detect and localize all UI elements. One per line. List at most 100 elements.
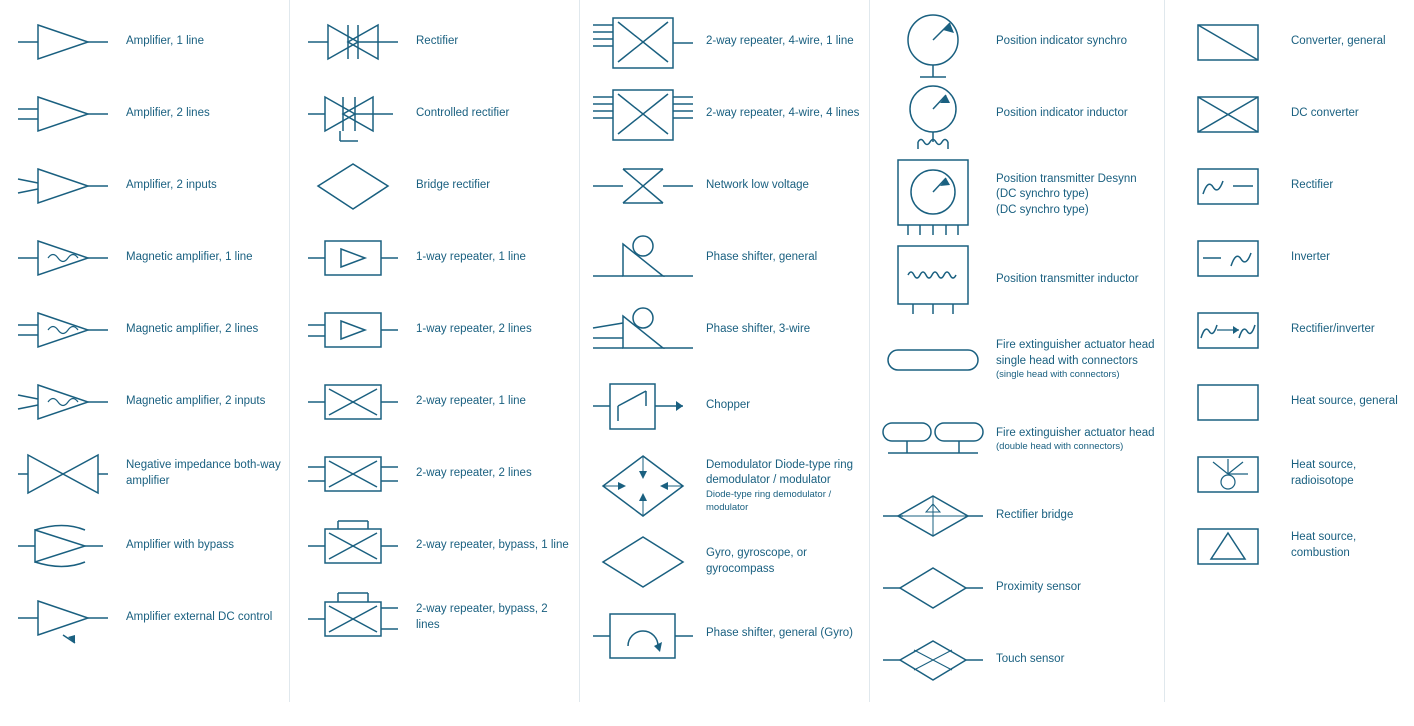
list-item: Position indicator synchro [874,6,1160,78]
column-3: 2-way repeater, 4-wire, 1 line [580,0,870,702]
list-item: Position indicator inductor [874,78,1160,150]
symbol-amp2 [8,84,118,144]
list-item: Gyro, gyroscope, or gyrocompass [584,526,865,598]
list-item: Heat source, combustion [1169,510,1410,582]
symbol-rep1w1l [298,228,408,288]
list-item: Inverter [1169,222,1410,294]
list-item: Rectifier/inverter [1169,294,1410,366]
label-touchsensor: Touch sensor [988,652,1156,668]
label-posind: Position indicator synchro [988,34,1156,50]
column-4: Position indicator synchro Position indi… [870,0,1165,702]
list-item: Phase shifter, general (Gyro) [584,598,865,670]
column-5: Converter, general DC converter [1165,0,1414,702]
label-netlv: Network low voltage [698,178,861,194]
list-item: Magnetic amplifier, 2 inputs [4,366,285,438]
list-item: Bridge rectifier [294,150,575,222]
list-item: Fire extinguisher actuator head (double … [874,400,1160,480]
symbol-heatcomb [1173,516,1283,576]
list-item: Fire extinguisher actuator head single h… [874,320,1160,400]
list-item: Amplifier, 2 inputs [4,150,285,222]
list-item: Network low voltage [584,150,865,222]
list-item: 1-way repeater, 2 lines [294,294,575,366]
symbol-rectinv [1173,300,1283,360]
list-item: Amplifier with bypass [4,510,285,582]
list-item: Position transmitter inductor [874,240,1160,320]
label-ampbypass: Amplifier with bypass [118,538,281,554]
label-heatgen: Heat source, general [1283,394,1406,410]
symbol-ampbypass [8,516,118,576]
list-item: 2-way repeater, 4-wire, 1 line [584,6,865,78]
label-bridgerect: Bridge rectifier [408,178,571,194]
main-grid: Amplifier, 1 line Amplifier, 2 lines [0,0,1414,702]
symbol-fire1 [878,330,988,390]
label-rectbridge: Rectifier bridge [988,508,1156,524]
list-item: 2-way repeater, 4-wire, 4 lines [584,78,865,150]
label-heatcomb: Heat source, combustion [1283,530,1406,561]
symbol-contrect [298,84,408,144]
list-item: Controlled rectifier [294,78,575,150]
list-item: Amplifier external DC control [4,582,285,654]
symbol-inverter [1173,228,1283,288]
label-heatradio: Heat source, radioisotope [1283,458,1406,489]
symbol-gyro [588,532,698,592]
symbol-rep2wbp1 [298,516,408,576]
label-convgen: Converter, general [1283,34,1406,50]
label-rep2wbp2: 2-way repeater, bypass, 2 lines [408,602,571,633]
list-item: Magnetic amplifier, 1 line [4,222,285,294]
list-item: 2-way repeater, bypass, 2 lines [294,582,575,654]
symbol-rect [298,12,408,72]
label-ampdc: Amplifier external DC control [118,610,281,626]
label-demod: Demodulator Diode-type ring demodulator … [698,458,861,515]
symbol-demod [588,456,698,516]
column-1: Amplifier, 1 line Amplifier, 2 lines [0,0,290,702]
label-rect: Rectifier [408,34,571,50]
label-proxsensor: Proximity sensor [988,580,1156,596]
label-phasegen: Phase shifter, general [698,250,861,266]
symbol-amp1 [8,12,118,72]
label-phasegyro: Phase shifter, general (Gyro) [698,626,861,642]
symbol-rep4w4l [588,84,698,144]
label-rep1w2l: 1-way repeater, 2 lines [408,322,571,338]
label-rep2wbp1: 2-way repeater, bypass, 1 line [408,538,571,554]
symbol-rep4w1l [588,12,698,72]
list-item: Phase shifter, 3-wire [584,294,865,366]
label-magamp2in: Magnetic amplifier, 2 inputs [118,394,281,410]
label-rep4w4l: 2-way repeater, 4-wire, 4 lines [698,106,861,122]
label-negimpamp: Negative impedance both-way amplifier [118,458,281,489]
symbol-phasegyro [588,604,698,664]
symbol-posindinduct [878,84,988,144]
symbol-postransinduct [878,250,988,310]
list-item: DC converter [1169,78,1410,150]
symbol-rep2w2l [298,444,408,504]
list-item: Negative impedance both-way amplifier [4,438,285,510]
symbol-phase3w [588,300,698,360]
list-item: Converter, general [1169,6,1410,78]
label-fire2: Fire extinguisher actuator head (double … [988,426,1156,454]
label-postransinduct: Position transmitter inductor [988,272,1156,288]
symbol-rep2wbp2 [298,588,408,648]
label-rep4w1l: 2-way repeater, 4-wire, 1 line [698,34,861,50]
label-rep2w1l: 2-way repeater, 1 line [408,394,571,410]
label-amp2in: Amplifier, 2 inputs [118,178,281,194]
symbol-dcconv [1173,84,1283,144]
list-item: Position transmitter Desynn (DC synchro … [874,150,1160,240]
symbol-touchsensor [878,630,988,690]
symbol-amp2in [8,156,118,216]
symbol-magamp1 [8,228,118,288]
list-item: Heat source, radioisotope [1169,438,1410,510]
symbol-heatradio [1173,444,1283,504]
label-chopper: Chopper [698,398,861,414]
symbol-netlv [588,156,698,216]
symbol-phasegen [588,228,698,288]
label-contrect: Controlled rectifier [408,106,571,122]
list-item: Rectifier bridge [874,480,1160,552]
label-fire1: Fire extinguisher actuator head single h… [988,338,1156,382]
label-postransdesynn: Position transmitter Desynn (DC synchro … [988,172,1156,219]
list-item: Phase shifter, general [584,222,865,294]
list-item: 2-way repeater, 1 line [294,366,575,438]
label-amp2: Amplifier, 2 lines [118,106,281,122]
label-magamp1: Magnetic amplifier, 1 line [118,250,281,266]
list-item: Chopper [584,366,865,446]
list-item: 2-way repeater, 2 lines [294,438,575,510]
list-item: Amplifier, 2 lines [4,78,285,150]
